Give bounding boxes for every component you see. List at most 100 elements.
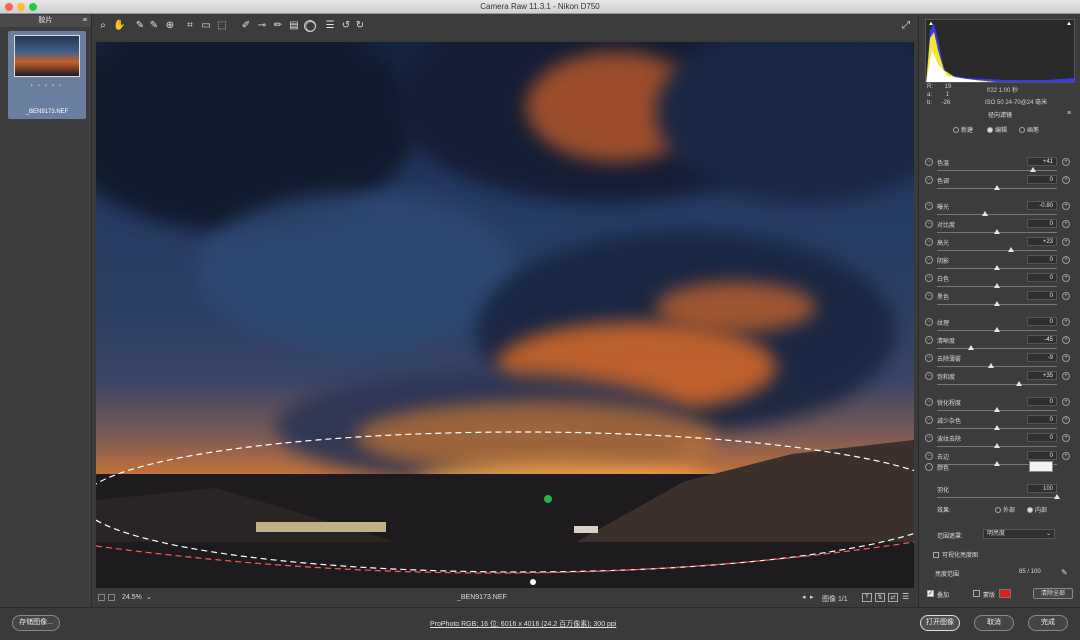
slider-value[interactable]: 0: [1027, 175, 1057, 184]
clear-all-button[interactable]: 清除全部: [1033, 588, 1073, 599]
slider-track[interactable]: [937, 384, 1057, 385]
mode-new[interactable]: 新建: [953, 125, 973, 134]
decrease-icon[interactable]: −: [925, 372, 933, 380]
slider-thumb[interactable]: [982, 211, 988, 216]
show-luminance-checkbox[interactable]: 可视化亮度图: [933, 550, 978, 559]
slider-thumb[interactable]: [994, 185, 1000, 190]
before-after-swap-icon[interactable]: ⇅: [875, 593, 885, 602]
decrease-icon[interactable]: −: [925, 158, 933, 166]
slider-value[interactable]: -45: [1027, 335, 1057, 344]
effect-outside-radio[interactable]: 外部: [995, 505, 1015, 514]
spot-removal-icon[interactable]: ✐: [240, 20, 252, 32]
slider-value[interactable]: -9: [1027, 353, 1057, 362]
slider-value[interactable]: +35: [1027, 371, 1057, 380]
shadow-clipping-icon[interactable]: ▲: [928, 21, 934, 27]
decrease-icon[interactable]: −: [925, 292, 933, 300]
slider-value[interactable]: +41: [1027, 157, 1057, 166]
zoom-out-icon[interactable]: [98, 594, 105, 601]
decrease-icon[interactable]: −: [925, 398, 933, 406]
open-image-button[interactable]: 打开图像: [920, 615, 960, 631]
increase-icon[interactable]: +: [1062, 336, 1070, 344]
increase-icon[interactable]: +: [1062, 238, 1070, 246]
color-sampler-icon[interactable]: ✎: [148, 20, 160, 32]
radial-filter-handle[interactable]: [530, 579, 536, 585]
adjustment-brush-icon[interactable]: ✏: [272, 20, 284, 32]
slider-thumb[interactable]: [994, 265, 1000, 270]
slider-value[interactable]: 0: [1027, 451, 1057, 460]
radial-filter-overlay[interactable]: [96, 42, 914, 588]
preferences-icon[interactable]: ☰: [324, 20, 336, 32]
increase-icon[interactable]: +: [1062, 372, 1070, 380]
crop-icon[interactable]: ⌗: [184, 20, 196, 32]
decrease-icon[interactable]: −: [925, 434, 933, 442]
view-settings-icon[interactable]: ☰: [902, 592, 909, 601]
feather-track[interactable]: [937, 497, 1057, 498]
slider-value[interactable]: 0: [1027, 219, 1057, 228]
decrease-icon[interactable]: −: [925, 202, 933, 210]
mask-checkbox[interactable]: [973, 590, 980, 597]
decrease-icon[interactable]: −: [925, 176, 933, 184]
decrease-icon[interactable]: −: [925, 238, 933, 246]
eyedropper-icon[interactable]: ✎: [1061, 568, 1068, 577]
hand-icon[interactable]: ✋: [113, 20, 125, 32]
increase-icon[interactable]: +: [1062, 292, 1070, 300]
slider-track[interactable]: [937, 250, 1057, 251]
straighten-icon[interactable]: ▭: [200, 20, 212, 32]
decrease-icon[interactable]: −: [925, 336, 933, 344]
increase-icon[interactable]: +: [1062, 256, 1070, 264]
slider-value[interactable]: 0: [1027, 291, 1057, 300]
red-eye-icon[interactable]: ⊸: [256, 20, 268, 32]
slider-thumb[interactable]: [994, 327, 1000, 332]
prev-image-icon[interactable]: ◂: [802, 593, 806, 601]
increase-icon[interactable]: +: [1062, 452, 1070, 460]
image-preview[interactable]: [96, 42, 914, 588]
zoom-level[interactable]: 24.5%: [122, 594, 142, 601]
slider-value[interactable]: 0: [1027, 317, 1057, 326]
slider-thumb[interactable]: [988, 363, 994, 368]
graduated-filter-icon[interactable]: ▤: [288, 20, 300, 32]
feather-value[interactable]: 100: [1027, 484, 1057, 493]
slider-thumb[interactable]: [1030, 167, 1036, 172]
slider-track[interactable]: [937, 366, 1057, 367]
next-image-icon[interactable]: ▸: [810, 593, 814, 601]
mask-color-swatch[interactable]: [999, 589, 1011, 598]
highlight-clipping-icon[interactable]: ▲: [1066, 21, 1072, 27]
before-after-copy-icon[interactable]: ⇄: [888, 593, 898, 602]
decrease-icon[interactable]: −: [925, 220, 933, 228]
overlay-checkbox[interactable]: ✓: [927, 590, 934, 597]
radial-filter-outline-outer[interactable]: [96, 431, 914, 573]
rotate-right-icon[interactable]: ↻: [354, 20, 366, 32]
cancel-button[interactable]: 取消: [974, 615, 1014, 631]
slider-value[interactable]: 0: [1027, 273, 1057, 282]
decrease-icon[interactable]: −: [925, 354, 933, 362]
decrease-icon[interactable]: −: [925, 256, 933, 264]
panel-menu-icon[interactable]: ≡: [1067, 110, 1071, 117]
slider-value[interactable]: -0.80: [1027, 201, 1057, 210]
slider-thumb[interactable]: [1016, 381, 1022, 386]
save-image-button[interactable]: 存储图像...: [12, 615, 60, 631]
increase-icon[interactable]: +: [1062, 220, 1070, 228]
transform-icon[interactable]: ⬚: [216, 20, 228, 32]
range-mask-select[interactable]: 明亮度 ⌄: [983, 529, 1055, 539]
targeted-adjust-icon[interactable]: ⊕: [164, 20, 176, 32]
done-button[interactable]: 完成: [1028, 615, 1068, 631]
slider-thumb[interactable]: [1008, 247, 1014, 252]
increase-icon[interactable]: +: [1062, 398, 1070, 406]
zoom-in-icon[interactable]: [108, 594, 115, 601]
increase-icon[interactable]: +: [1062, 318, 1070, 326]
zoom-dropdown-icon[interactable]: ⌄: [146, 593, 152, 601]
slider-thumb[interactable]: [994, 229, 1000, 234]
decrease-icon[interactable]: −: [925, 416, 933, 424]
decrease-icon[interactable]: −: [925, 318, 933, 326]
zoom-icon[interactable]: ⌕: [97, 20, 109, 32]
increase-icon[interactable]: +: [1062, 158, 1070, 166]
slider-track[interactable]: [937, 214, 1057, 215]
feather-thumb[interactable]: [1054, 494, 1060, 499]
radial-filter-icon[interactable]: ◯: [304, 20, 316, 32]
slider-track[interactable]: [937, 170, 1057, 171]
slider-thumb[interactable]: [994, 283, 1000, 288]
increase-icon[interactable]: +: [1062, 202, 1070, 210]
rotate-left-icon[interactable]: ↺: [340, 20, 352, 32]
mode-edit[interactable]: 编辑: [987, 125, 1007, 134]
slider-value[interactable]: 0: [1027, 255, 1057, 264]
